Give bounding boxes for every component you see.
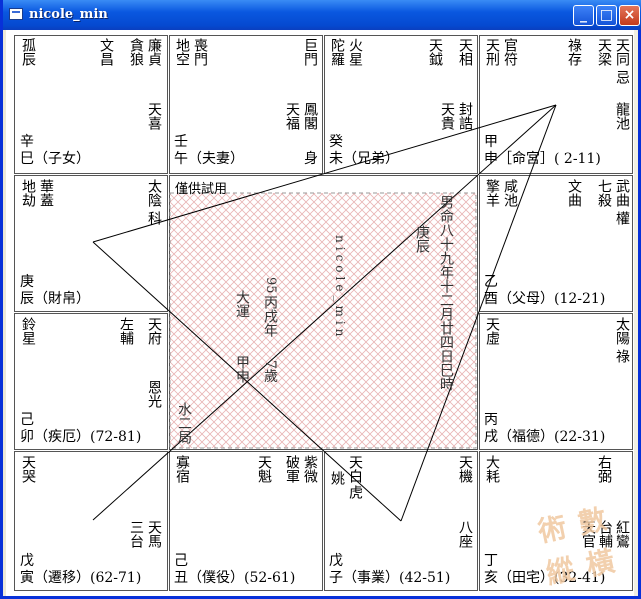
star-fengge: 鳳閣: [302, 102, 318, 130]
star-sangmen: 喪門: [192, 38, 208, 66]
star-guchen: 孤辰: [20, 38, 36, 66]
star-tianyue: 天鉞: [427, 38, 443, 66]
star-longchi: 龍池: [614, 102, 630, 130]
star-tianfu-star: 天府: [146, 317, 162, 345]
star-tianji: 天機: [457, 455, 473, 483]
star-wenqu: 文曲: [566, 179, 582, 207]
element-label: 水二局: [176, 402, 192, 444]
star-wuqu: 武曲: [614, 179, 630, 207]
hua-quan: 權: [614, 211, 630, 225]
scrollbar[interactable]: [634, 30, 638, 596]
star-qisha: 七殺: [596, 179, 612, 207]
hua-ji: 忌: [614, 70, 630, 84]
stem-zi: 戊: [329, 553, 343, 569]
star-tanlang: 貪狼: [128, 38, 144, 66]
star-lianzhen: 廉貞: [146, 38, 162, 66]
title-bar[interactable]: nicole_min _ □ ×: [3, 0, 641, 30]
star-dijie: 地劫: [20, 179, 36, 207]
star-tianxu: 天虛: [484, 317, 500, 345]
stem-mao: 己: [20, 412, 34, 428]
major-label: 大運: [234, 290, 250, 318]
birth-year-branch: 庚辰: [414, 225, 430, 253]
star-tiankui: 天魁: [256, 455, 272, 483]
star-huoxing: 火星: [347, 38, 363, 66]
star-tuoluo: 陀羅: [329, 38, 345, 66]
trial-label: 僅供試用: [175, 182, 228, 197]
branch-you: 酉（父母）(12-21): [484, 291, 606, 307]
star-taiyin: 太陰: [146, 179, 162, 207]
shen-palace-marker: 身: [304, 151, 318, 167]
stem-wu: 壬: [174, 134, 188, 150]
age-value: 95: [263, 277, 278, 294]
star-jumen: 巨門: [302, 38, 318, 66]
star-hu: 虎: [347, 485, 363, 499]
star-santai: 三台: [128, 520, 144, 548]
star-zuofu: 左輔: [118, 317, 134, 345]
star-xianchi: 咸池: [502, 179, 518, 207]
star-youbi: 右弼: [596, 455, 612, 483]
major-gz: 甲申: [234, 355, 250, 383]
branch-chou: 丑（僕役）(52-61): [174, 570, 296, 586]
star-tianxi: 天喜: [146, 102, 162, 130]
star-guanfu: 官符: [502, 38, 518, 66]
minimize-button[interactable]: _: [573, 5, 594, 26]
stem-yin: 戊: [20, 553, 34, 569]
app-icon[interactable]: [9, 8, 23, 20]
birth-lunar: 男命八十九年十二月廿四日巳時: [438, 195, 454, 391]
app-window: nicole_min _ □ × 孤辰 文昌 貪狼 廉貞 天喜 辛 巳（子女） …: [0, 0, 641, 599]
chart-canvas: 孤辰 文昌 貪狼 廉貞 天喜 辛 巳（子女） 地空 喪門 巨門 天福 鳳閣 壬 …: [6, 30, 638, 596]
branch-wu: 午（夫妻）: [174, 151, 244, 167]
branch-shen: 申［命宮］( 2-11): [484, 151, 601, 167]
stem-chou: 己: [174, 553, 188, 569]
branch-si: 巳（子女）: [20, 151, 90, 167]
branch-xu: 戌（福德）(22-31): [484, 429, 606, 445]
star-tianku: 天哭: [20, 455, 36, 483]
age-years: 7歲: [262, 360, 278, 383]
stem-hai: 丁: [484, 553, 498, 569]
star-tianfu: 天福: [284, 102, 300, 130]
chart-name: nicole_min: [333, 235, 347, 341]
star-tianbai: 天白: [347, 455, 363, 483]
star-taiyang: 太陽: [614, 317, 630, 345]
star-ziwei: 紫微: [302, 455, 318, 483]
branch-zi: 子（事業）(42-51): [329, 570, 451, 586]
star-dahao: 大耗: [484, 455, 500, 483]
branch-wei: 未（兄弟）: [329, 151, 399, 167]
stem-wei: 癸: [329, 134, 343, 150]
star-hongluan: 紅鸞: [614, 520, 630, 548]
star-tianxing: 天刑: [484, 38, 500, 66]
star-pojun: 破軍: [284, 455, 300, 483]
stem-xu: 丙: [484, 412, 498, 428]
current-year: 丙戌年: [262, 295, 278, 337]
star-guasu: 寡宿: [174, 455, 190, 483]
star-lucun: 祿存: [566, 38, 582, 66]
star-lingxing: 鈴星: [20, 317, 36, 345]
branch-yin: 寅（遷移）(62-71): [20, 570, 142, 586]
star-tianxiang: 天相: [457, 38, 473, 66]
stem-chen: 庚: [20, 274, 34, 290]
maximize-button[interactable]: □: [596, 5, 617, 26]
star-wenchang: 文昌: [98, 38, 114, 66]
star-tiantong: 天同: [614, 38, 630, 66]
window-title: nicole_min: [29, 7, 108, 22]
star-tianma: 天馬: [146, 520, 162, 548]
hua-ke: 科: [146, 211, 162, 225]
star-qingyang: 擎羊: [484, 179, 500, 207]
star-tianliang: 天梁: [596, 38, 612, 66]
stem-si: 辛: [20, 134, 34, 150]
branch-mao: 卯（疾厄）(72-81): [20, 429, 142, 445]
star-enguang: 恩光: [146, 380, 162, 408]
star-tiangui: 天貴: [439, 102, 455, 130]
stem-shen: 甲: [484, 134, 498, 150]
star-bazuo: 八座: [457, 520, 473, 548]
star-huagai: 華蓋: [38, 179, 54, 207]
star-yao: 姚: [329, 471, 345, 485]
star-fenggao: 封誥: [457, 102, 473, 130]
close-button[interactable]: ×: [619, 5, 640, 26]
stem-you: 乙: [484, 274, 498, 290]
hua-lu: 祿: [614, 349, 630, 363]
branch-chen: 辰（財帛）: [20, 291, 90, 307]
star-dikong: 地空: [174, 38, 190, 66]
